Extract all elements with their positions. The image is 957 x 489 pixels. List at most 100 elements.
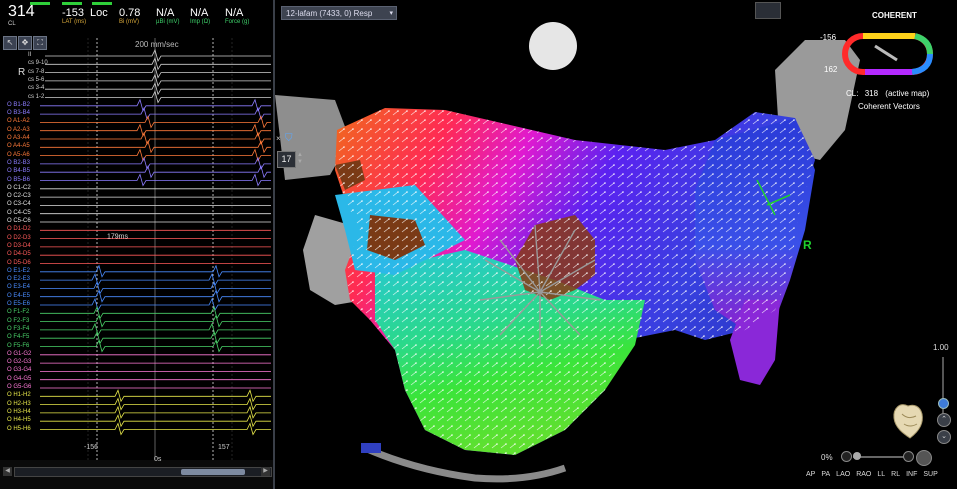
filter-icon[interactable]: ⛉	[285, 133, 293, 144]
zoom-slider-knob[interactable]	[938, 398, 949, 409]
scroll-left-icon[interactable]: ◀	[3, 467, 12, 476]
view-inf-button[interactable]: INF	[906, 471, 917, 478]
channel-label[interactable]: cs 3-4	[28, 85, 44, 92]
view-buttons: AP PA LAO RAO LL RL INF SUP	[806, 471, 956, 478]
interval-label: 179ms	[107, 234, 129, 241]
rotate-down-icon[interactable]: ⌄	[937, 430, 951, 444]
egm-trace	[40, 339, 271, 353]
channel-label[interactable]: O G4-G5	[7, 376, 31, 383]
view-rao-button[interactable]: RAO	[856, 471, 871, 478]
channel-label[interactable]: O F3-F4	[7, 326, 29, 333]
egm-trace	[40, 131, 271, 146]
channel-label[interactable]: II	[28, 52, 31, 59]
map-select-dropdown[interactable]: 12-lafam (7433, 0) Resp ▾	[281, 6, 397, 20]
egm-trace	[40, 306, 271, 320]
channel-label[interactable]: O A1-A2	[7, 118, 30, 125]
channel-label[interactable]: O A3-A4	[7, 135, 30, 142]
channel-label[interactable]: O B4-B5	[7, 168, 30, 175]
map-select-label: 12-lafam (7433, 0) Resp	[286, 9, 373, 18]
channel-label[interactable]: O H4-H5	[7, 417, 31, 424]
channel-label[interactable]: O H2-H3	[7, 401, 31, 408]
channel-label[interactable]: O H3-H4	[7, 409, 31, 416]
channel-label[interactable]: O G2-G3	[7, 359, 31, 366]
stepper-icon[interactable]: ▲ ▼	[297, 152, 303, 166]
channel-label[interactable]: O H5-H6	[7, 426, 31, 433]
channel-label[interactable]: O D5-D6	[7, 260, 31, 267]
channel-label[interactable]: O F5-F6	[7, 343, 29, 350]
scrollbar-thumb[interactable]	[181, 469, 245, 475]
view-pa-button[interactable]: PA	[821, 471, 830, 478]
rotate-up-icon[interactable]: ⌃	[937, 413, 951, 427]
channel-label[interactable]: cs 1-2	[28, 94, 44, 101]
channel-label[interactable]: O F2-F3	[7, 318, 29, 325]
channel-label[interactable]: cs 5-6	[28, 77, 44, 84]
egm-trace	[40, 140, 271, 154]
egm-scrollbar[interactable]	[14, 467, 272, 477]
egm-trace	[40, 405, 271, 419]
channel-label[interactable]: O C2-C3	[7, 193, 31, 200]
cycle-length-line: CL: 318 (active map)	[846, 89, 929, 98]
channel-label[interactable]: O C5-C6	[7, 218, 31, 225]
egm-trace	[40, 115, 271, 129]
egm-trace	[40, 173, 271, 187]
channel-label[interactable]: O C4-C5	[7, 210, 31, 217]
map-view[interactable]: 12-lafam (7433, 0) Resp ▾ COHERENT -156 …	[275, 0, 957, 489]
channel-label[interactable]: O A2-A3	[7, 127, 30, 134]
channel-label[interactable]: O D4-D5	[7, 251, 31, 258]
reset-view-icon[interactable]	[916, 450, 932, 466]
channel-label[interactable]: O A4-A5	[7, 143, 30, 150]
cursor-left-value: -156	[84, 444, 99, 451]
channel-label[interactable]: O D2-D3	[7, 235, 31, 242]
transparency-value: 0%	[821, 453, 833, 462]
time-zero-label: 0s	[154, 456, 162, 463]
egm-trace	[40, 297, 271, 312]
channel-label[interactable]: O G3-G4	[7, 367, 31, 374]
channel-label[interactable]: cs 7-8	[28, 69, 44, 76]
channel-label[interactable]: O B3-B4	[7, 110, 30, 117]
channel-label[interactable]: O C3-C4	[7, 201, 31, 208]
channel-label[interactable]: O F4-F5	[7, 334, 29, 341]
decrease-icon[interactable]	[841, 451, 852, 462]
channel-label[interactable]: O E2-E3	[7, 276, 30, 283]
close-icon[interactable]: ×	[276, 134, 281, 143]
channel-label[interactable]: O B5-B6	[7, 177, 30, 184]
view-lao-button[interactable]: LAO	[836, 471, 850, 478]
channel-label[interactable]: O H1-H2	[7, 392, 31, 399]
anatomy-render[interactable]	[275, 0, 957, 489]
view-sup-button[interactable]: SUP	[923, 471, 937, 478]
view-ap-button[interactable]: AP	[806, 471, 815, 478]
heart-orientation-icon[interactable]	[890, 400, 926, 440]
egm-trace	[40, 264, 271, 278]
increase-icon[interactable]	[903, 451, 914, 462]
channel-label[interactable]: O E3-E4	[7, 284, 30, 291]
channel-label[interactable]: O G1-G2	[7, 351, 31, 358]
scroll-right-icon[interactable]: ▶	[261, 467, 270, 476]
channel-label[interactable]: O C1-C2	[7, 185, 31, 192]
egm-trace	[40, 422, 271, 436]
cl-prefix: CL:	[846, 89, 859, 98]
channel-label[interactable]: O E4-E5	[7, 293, 30, 300]
egm-trace	[40, 414, 271, 428]
channel-label[interactable]: O A5-A6	[7, 152, 30, 159]
sheath-catheter	[363, 444, 567, 483]
channel-label[interactable]: O F1-F2	[7, 309, 29, 316]
right-marker: R	[803, 238, 812, 252]
channel-label[interactable]: O D3-D4	[7, 243, 31, 250]
channel-label[interactable]: cs 9-10	[28, 60, 48, 67]
layout-grid-icon[interactable]	[755, 2, 781, 19]
channel-label[interactable]: O E1-E2	[7, 268, 30, 275]
zoom-value: 1.00	[933, 343, 949, 352]
egm-trace	[40, 156, 271, 170]
egm-trace	[40, 397, 271, 411]
channel-label[interactable]: O B1-B2	[7, 102, 30, 109]
ring-top-value: -156	[820, 33, 837, 42]
channel-label[interactable]: O G5-G6	[7, 384, 31, 391]
channel-label[interactable]: O D1-D2	[7, 226, 31, 233]
view-ll-button[interactable]: LL	[877, 471, 885, 478]
point-count-box[interactable]: 17	[277, 151, 296, 168]
channel-label[interactable]: O E5-E6	[7, 301, 30, 308]
channel-label[interactable]: O B2-B3	[7, 160, 30, 167]
transparency-slider-knob[interactable]	[853, 452, 861, 460]
view-rl-button[interactable]: RL	[891, 471, 900, 478]
cursor-right-value: 157	[218, 444, 230, 451]
